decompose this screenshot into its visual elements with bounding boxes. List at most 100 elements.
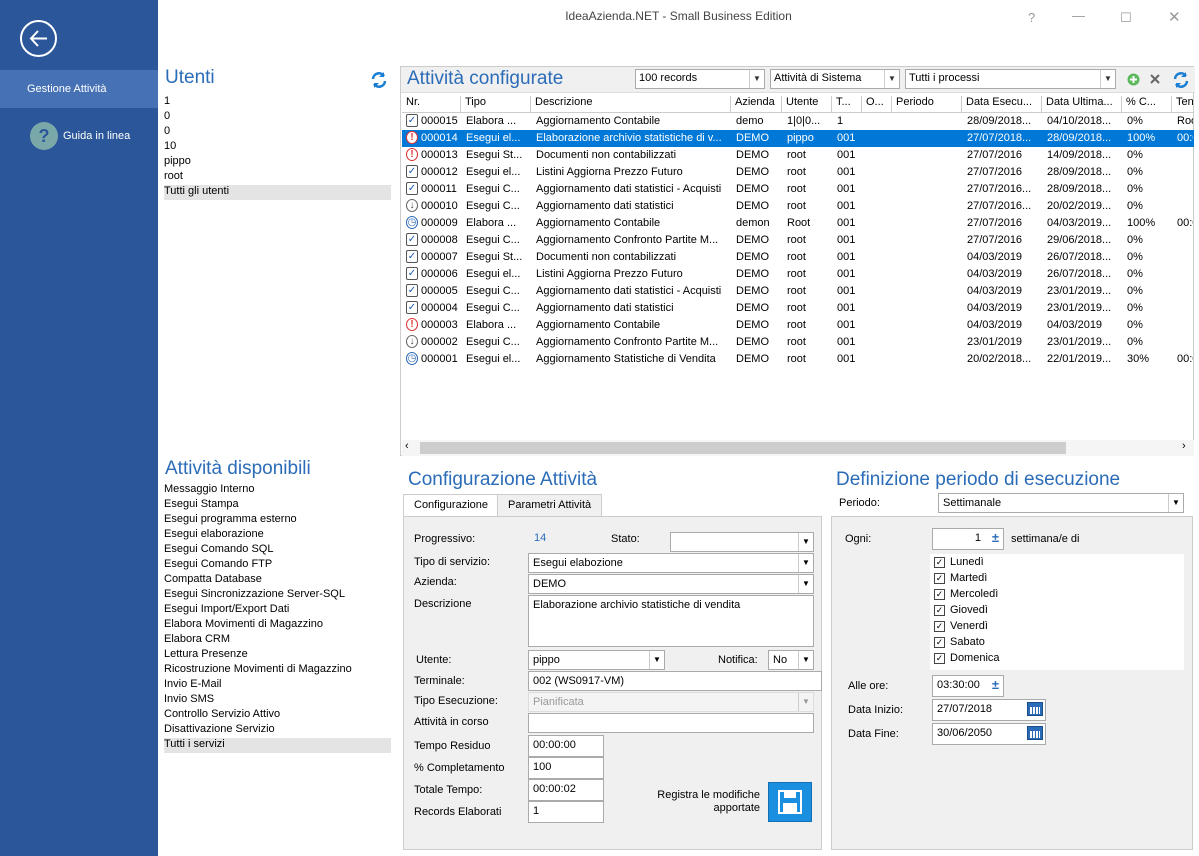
table-row[interactable]: ✓ 000007 Esegui St... Documenti non contabi… [402, 249, 1194, 266]
azienda-select[interactable]: DEMO ▼ [528, 574, 814, 594]
servizio-item[interactable]: Esegui Stampa [164, 498, 239, 513]
column-header[interactable]: Descrizione [531, 96, 731, 112]
servizio-item[interactable]: Esegui programma esterno [164, 513, 297, 528]
alle-ore-field[interactable]: 03:30:00 ± [932, 675, 1004, 697]
back-button[interactable] [20, 20, 57, 57]
servizio-item[interactable]: Esegui Sincronizzazione Server-SQL [164, 588, 345, 603]
servizio-item[interactable]: Compatta Database [164, 573, 262, 588]
spin-up-icon[interactable]: ± [992, 677, 999, 692]
scroll-right-icon[interactable]: › [1182, 440, 1186, 452]
table-row[interactable]: ✓ 000015 Elabora ... Aggiornamento Contabil… [402, 113, 1194, 130]
servizio-item[interactable]: Esegui Import/Export Dati [164, 603, 289, 618]
tipo-servizio-select[interactable]: Esegui elabozione ▼ [528, 553, 814, 573]
descrizione-textarea[interactable]: Elaborazione archivio statistiche di ven… [528, 595, 814, 647]
stato-select[interactable]: ▼ [670, 532, 814, 552]
data-inizio-field[interactable]: 27/07/2018 [932, 699, 1046, 721]
maximize-button[interactable]: ☐ [1120, 10, 1132, 26]
delete-icon[interactable] [1149, 73, 1161, 85]
periodo-select[interactable]: Settimanale ▼ [938, 493, 1184, 513]
process-combo[interactable]: Tutti i processi ▼ [905, 69, 1116, 89]
column-header[interactable]: Data Ultima... [1042, 96, 1122, 112]
scrollbar-thumb[interactable] [420, 442, 1066, 454]
servizio-item[interactable]: Invio E-Mail [164, 678, 221, 693]
column-header[interactable]: Ten [1172, 96, 1194, 112]
day-checkbox[interactable]: ✓ Martedì [934, 571, 1184, 587]
table-row[interactable]: ✓ 000005 Esegui C... Aggiornamento dati sta… [402, 283, 1194, 300]
day-checkbox[interactable]: ✓ Venerdì [934, 619, 1184, 635]
refresh-icon[interactable] [370, 71, 388, 89]
scroll-left-icon[interactable]: ‹ [405, 440, 409, 452]
table-row[interactable]: ✓ 000011 Esegui C... Aggiornamento dati sta… [402, 181, 1194, 198]
column-header[interactable]: Data Esecu... [962, 96, 1042, 112]
utente-item[interactable]: root [164, 170, 183, 185]
save-button[interactable] [768, 782, 812, 822]
column-header[interactable]: Periodo [892, 96, 962, 112]
add-icon[interactable] [1127, 73, 1140, 86]
table-row[interactable]: ✓ 000012 Esegui el... Listini Aggiorna Prez… [402, 164, 1194, 181]
refresh-icon[interactable] [1172, 71, 1190, 89]
servizio-item[interactable]: Invio SMS [164, 693, 214, 708]
sidebar-item-gestione-attivita[interactable]: Gestione Attività [0, 70, 158, 108]
notifica-select[interactable]: No ▼ [768, 650, 814, 670]
tipo-esecuzione-select[interactable]: Pianificata ▼ [528, 692, 814, 712]
tab-parametri-attivita[interactable]: Parametri Attività [497, 494, 603, 516]
records-combo[interactable]: 100 records ▼ [635, 69, 765, 89]
sidebar-item-guida-in-linea[interactable]: ? Guida in linea [0, 118, 158, 154]
servizio-item[interactable]: Disattivazione Servizio [164, 723, 275, 738]
servizio-item[interactable]: Tutti i servizi [164, 738, 391, 753]
table-row[interactable]: ↓ 000010 Esegui C... Aggiornamento dati sta… [402, 198, 1194, 215]
table-row[interactable]: ◷ 000009 Elabora ... Aggiornamento Contabil… [402, 215, 1194, 232]
table-row[interactable]: ✓ 000004 Esegui C... Aggiornamento dati sta… [402, 300, 1194, 317]
attivita-in-corso-field[interactable] [528, 713, 814, 733]
table-row[interactable]: ! 000003 Elabora ... Aggiornamento Contabil… [402, 317, 1194, 334]
servizio-item[interactable]: Esegui Comando SQL [164, 543, 273, 558]
servizio-item[interactable]: Elabora Movimenti di Magazzino [164, 618, 323, 633]
day-checkbox[interactable]: ✓ Giovedì [934, 603, 1184, 619]
type-combo[interactable]: Attività di Sistema ▼ [770, 69, 900, 89]
terminale-field[interactable]: 002 (WS0917-VM) [528, 671, 822, 691]
utente-item[interactable]: 0 [164, 125, 170, 140]
utente-select[interactable]: pippo ▼ [528, 650, 665, 670]
column-header[interactable]: Tipo [461, 96, 531, 112]
utente-item[interactable]: 10 [164, 140, 176, 155]
day-checkbox[interactable]: ✓ Domenica [934, 651, 1184, 667]
utente-item[interactable]: 1 [164, 95, 170, 110]
close-button[interactable]: ✕ [1168, 8, 1181, 26]
column-header[interactable]: Utente [782, 96, 832, 112]
calendar-icon[interactable] [1027, 702, 1043, 716]
table-row[interactable]: ! 000014 Esegui el... Elaborazione archivio… [402, 130, 1194, 147]
records-elaborati-field[interactable]: 1 [528, 801, 604, 823]
column-header[interactable]: O... [862, 96, 892, 112]
horizontal-scrollbar[interactable]: ‹ › [402, 440, 1194, 456]
minimize-button[interactable]: — [1072, 8, 1085, 23]
ogni-spinner[interactable]: 1 ± [932, 528, 1004, 550]
utente-item[interactable]: Tutti gli utenti [164, 185, 391, 200]
servizio-item[interactable]: Ricostruzione Movimenti di Magazzino [164, 663, 352, 678]
utente-item[interactable]: pippo [164, 155, 191, 170]
totale-tempo-field[interactable]: 00:00:02 [528, 779, 604, 801]
servizio-item[interactable]: Esegui elaborazione [164, 528, 264, 543]
servizio-item[interactable]: Messaggio Interno [164, 483, 255, 498]
utente-item[interactable]: 0 [164, 110, 170, 125]
column-header[interactable]: Nr. [402, 96, 461, 112]
servizio-item[interactable]: Controllo Servizio Attivo [164, 708, 280, 723]
table-row[interactable]: ! 000013 Esegui St... Documenti non contabi… [402, 147, 1194, 164]
table-row[interactable]: ✓ 000008 Esegui C... Aggiornamento Confront… [402, 232, 1194, 249]
table-row[interactable]: ↓ 000002 Esegui C... Aggiornamento Confront… [402, 334, 1194, 351]
table-row[interactable]: ✓ 000006 Esegui el... Listini Aggiorna Prez… [402, 266, 1194, 283]
day-checkbox[interactable]: ✓ Mercoledì [934, 587, 1184, 603]
column-header[interactable]: Azienda [731, 96, 782, 112]
column-header[interactable]: % C... [1122, 96, 1172, 112]
spin-up-icon[interactable]: ± [992, 530, 999, 545]
day-checkbox[interactable]: ✓ Lunedì [934, 555, 1184, 571]
calendar-icon[interactable] [1027, 726, 1043, 740]
column-header[interactable]: T... [832, 96, 862, 112]
servizio-item[interactable]: Elabora CRM [164, 633, 230, 648]
table-row[interactable]: ◷ 000001 Esegui el... Aggiornamento Statist… [402, 351, 1194, 368]
completamento-field[interactable]: 100 [528, 757, 604, 779]
day-checkbox[interactable]: ✓ Sabato [934, 635, 1184, 651]
tab-configurazione[interactable]: Configurazione [403, 494, 499, 516]
servizio-item[interactable]: Esegui Comando FTP [164, 558, 272, 573]
servizio-item[interactable]: Lettura Presenze [164, 648, 248, 663]
data-fine-field[interactable]: 30/06/2050 [932, 723, 1046, 745]
